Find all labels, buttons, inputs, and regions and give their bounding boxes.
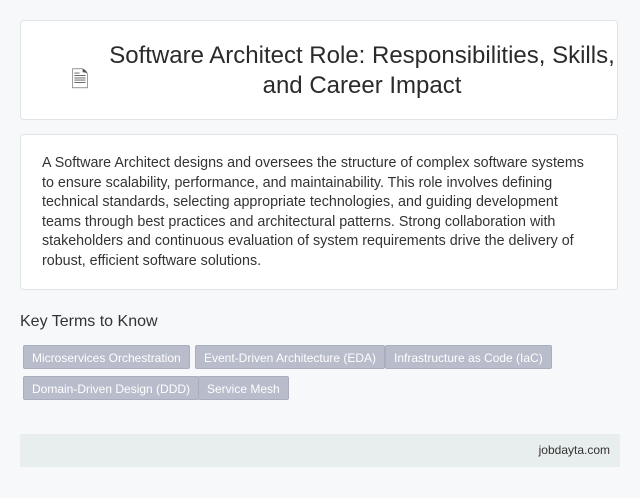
term-chip[interactable]: Event-Driven Architecture (EDA) (195, 345, 386, 369)
summary-text: A Software Architect designs and oversee… (42, 155, 584, 269)
title-card: 🗎 Software Architect Role: Responsibilit… (20, 20, 618, 120)
footer: jobdayta.com (20, 434, 620, 467)
term-chip[interactable]: Microservices Orchestration (23, 345, 190, 369)
site-link[interactable]: jobdayta.com (539, 434, 610, 467)
term-chip[interactable]: Service Mesh (198, 376, 289, 400)
term-chip[interactable]: Domain-Driven Design (DDD) (23, 376, 200, 400)
document-icon: 🗎 (71, 67, 89, 92)
term-chip[interactable]: Infrastructure as Code (IaC) (385, 345, 552, 369)
page-title: Software Architect Role: Responsibilitie… (109, 42, 615, 99)
summary-card: A Software Architect designs and oversee… (20, 134, 618, 290)
key-terms-heading: Key Terms to Know (20, 313, 158, 330)
